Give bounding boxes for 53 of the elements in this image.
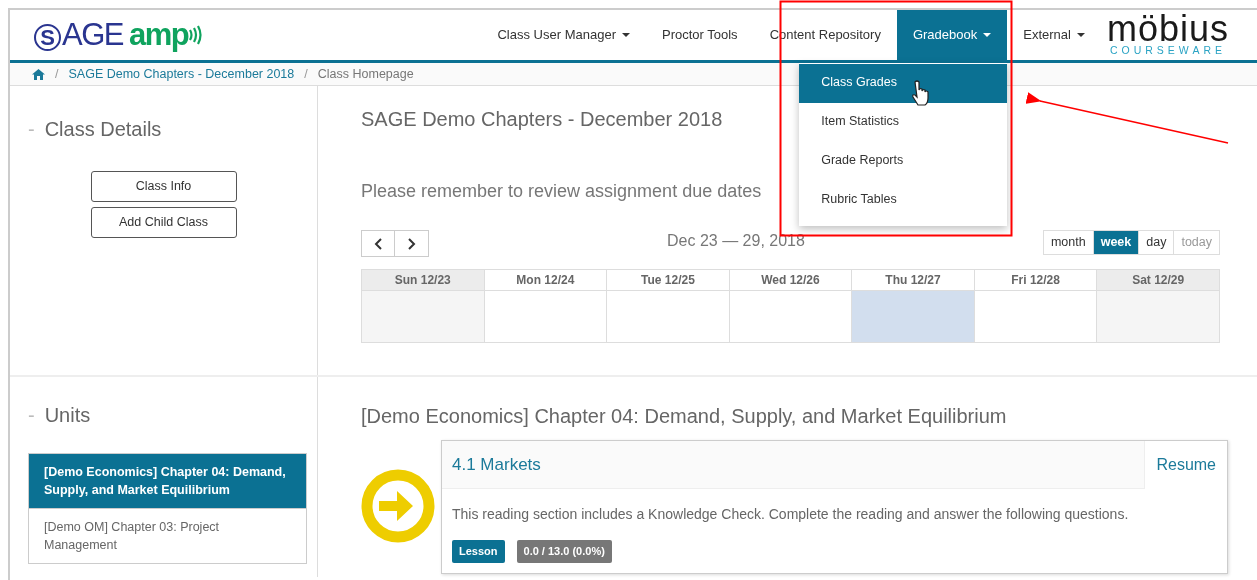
nav-link[interactable]: Class User Manager bbox=[481, 10, 646, 60]
action-button[interactable]: Add Child Class bbox=[90, 207, 237, 238]
heading-marker: - bbox=[28, 403, 35, 428]
type-label: Lesson bbox=[452, 540, 505, 563]
home-icon[interactable] bbox=[32, 68, 45, 80]
menu-item[interactable]: Grade Reports bbox=[799, 142, 1008, 181]
unit-item[interactable]: [Demo Economics] Chapter 04: Demand, Supply, and Market Equilibrium bbox=[29, 454, 306, 508]
prev-button[interactable] bbox=[361, 230, 395, 257]
view-toggle[interactable]: week bbox=[1093, 230, 1140, 255]
day-header: Fri 12/28 bbox=[974, 269, 1097, 291]
section-heading: Units bbox=[44, 403, 91, 428]
day-cell[interactable] bbox=[361, 290, 485, 343]
day-cell[interactable] bbox=[484, 290, 607, 343]
day-cell[interactable] bbox=[851, 290, 975, 343]
breadcrumb-link[interactable]: SAGE Demo Chapters - December 2018 bbox=[68, 64, 295, 84]
day-header: Mon 12/24 bbox=[484, 269, 607, 291]
menu-item[interactable]: Item Statistics bbox=[799, 103, 1008, 142]
day-header: Wed 12/26 bbox=[729, 269, 852, 291]
unit-item[interactable]: [Demo OM] Chapter 03: Project Management bbox=[29, 508, 306, 563]
class-title: SAGE Demo Chapters - December 2018 bbox=[361, 107, 723, 131]
day-cell[interactable] bbox=[729, 290, 852, 343]
view-toggle[interactable]: month bbox=[1042, 230, 1094, 255]
unit-title: [Demo Economics] Chapter 04: Demand, Supply, and Market Equilibrium bbox=[361, 404, 1007, 428]
lesson-title[interactable]: 4.1 Markets bbox=[452, 451, 541, 478]
day-cell[interactable] bbox=[606, 290, 730, 343]
next-button[interactable] bbox=[395, 230, 429, 257]
resume-link[interactable]: Resume bbox=[1145, 453, 1227, 477]
menu-item[interactable]: Class Grades bbox=[799, 64, 1008, 103]
menu-item[interactable]: Rubric Tables bbox=[799, 181, 1008, 220]
view-toggle[interactable]: day bbox=[1139, 230, 1175, 255]
day-header: Tue 12/25 bbox=[606, 269, 730, 291]
day-header: Sun 12/23 bbox=[361, 269, 485, 291]
lesson-description: This reading section includes a Knowledge Check. Complete the reading and answer the following questions. bbox=[452, 505, 1130, 524]
breadcrumb-current: Class Homepage bbox=[317, 65, 414, 83]
day-header: Thu 12/27 bbox=[851, 269, 975, 291]
partner-logo[interactable]: möbius COURSEWARE bbox=[1106, 10, 1229, 60]
chevron-right-icon bbox=[407, 237, 416, 250]
heading-marker: - bbox=[28, 117, 35, 142]
notice-text: Please remember to review assignment due dates bbox=[361, 180, 762, 203]
score-label: 0.0 / 13.0 (0.0%) bbox=[516, 540, 612, 563]
breadcrumb-separator: / bbox=[304, 65, 308, 83]
nav-link[interactable]: External bbox=[1007, 10, 1101, 60]
pointer-cursor-icon bbox=[912, 80, 929, 106]
nav-link[interactable]: Gradebook bbox=[896, 10, 1008, 60]
nav-link[interactable]: Proctor Tools bbox=[646, 10, 754, 60]
chevron-left-icon bbox=[373, 237, 383, 250]
section-heading: Class Details bbox=[44, 117, 162, 142]
day-header: Sat 12/29 bbox=[1096, 269, 1220, 291]
breadcrumb-separator: / bbox=[55, 65, 59, 83]
action-button[interactable]: Class Info bbox=[90, 171, 237, 202]
arrow-circle-icon bbox=[361, 469, 435, 543]
day-cell[interactable] bbox=[974, 290, 1097, 343]
day-cell[interactable] bbox=[1096, 290, 1220, 343]
